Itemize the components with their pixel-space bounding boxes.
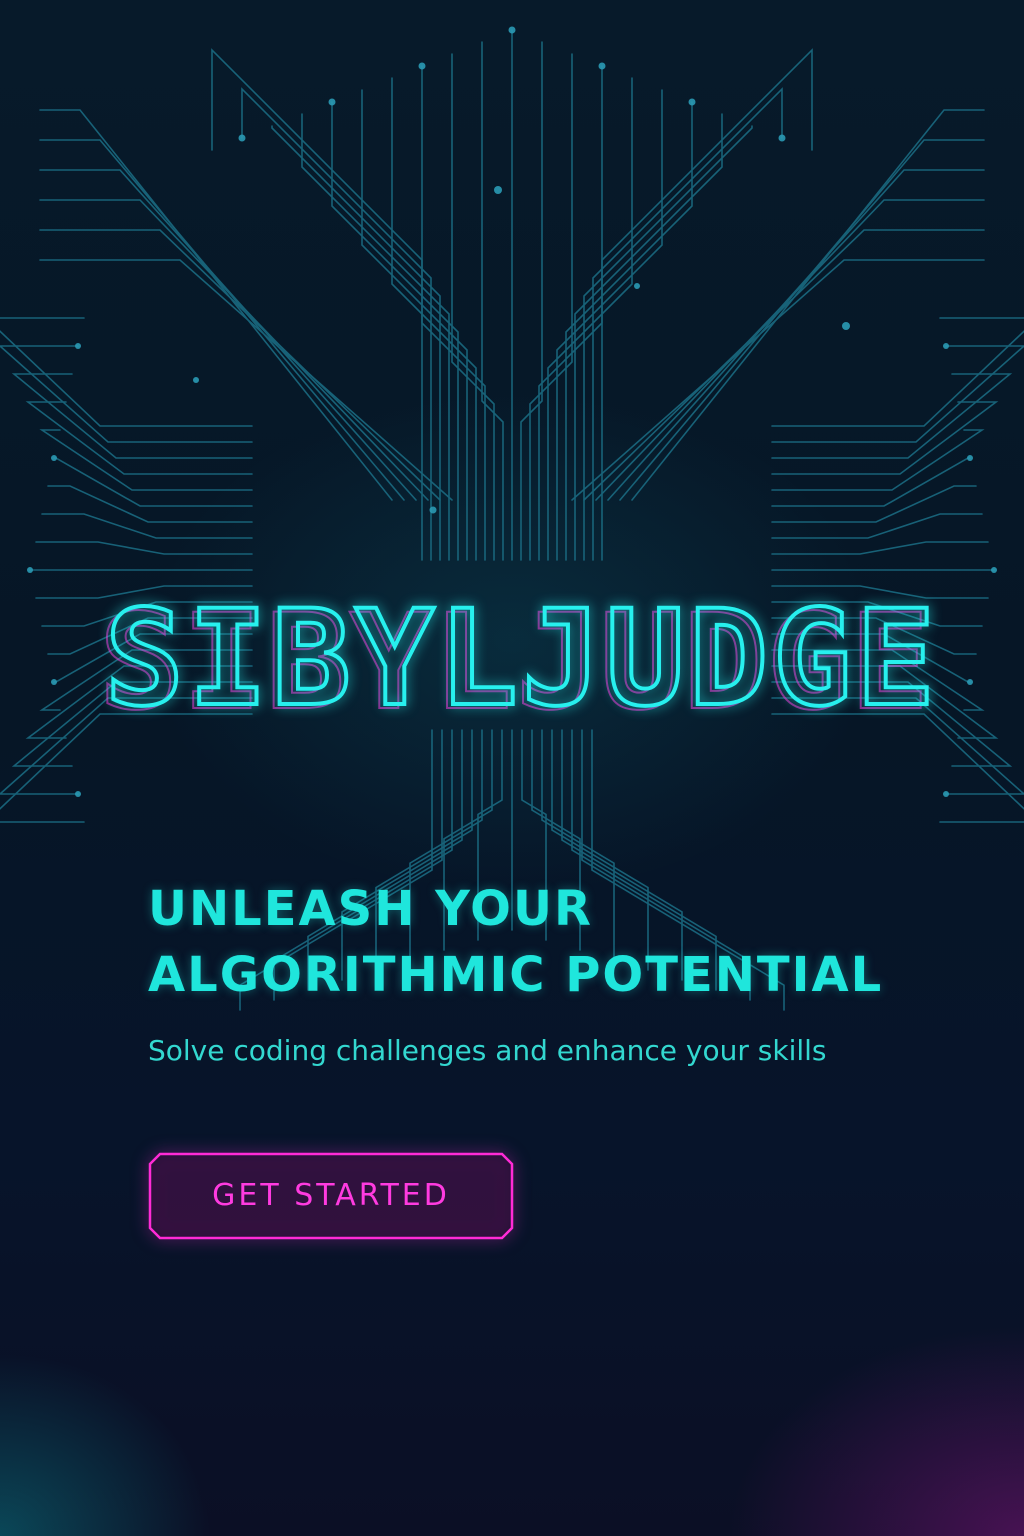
brand-logo: SIBYLJUDGE SIBYLJUDGE [98, 590, 940, 730]
brand-name: SIBYLJUDGE [105, 590, 940, 730]
hero-headline: UNLEASH YOUR ALGORITHMIC POTENTIAL [148, 876, 908, 1008]
circuit-board-icon [0, 26, 1024, 1011]
get-started-button[interactable]: GET STARTED [148, 1152, 514, 1240]
headline-line-1: UNLEASH YOUR [148, 881, 593, 937]
headline-line-2: ALGORITHMIC POTENTIAL [148, 947, 884, 1003]
hero-subtitle: Solve coding challenges and enhance your… [148, 1034, 827, 1067]
get-started-label: GET STARTED [212, 1178, 450, 1213]
landing-page: SIBYLJUDGE SIBYLJUDGE UNLEASH YOUR ALGOR… [0, 0, 1024, 1536]
